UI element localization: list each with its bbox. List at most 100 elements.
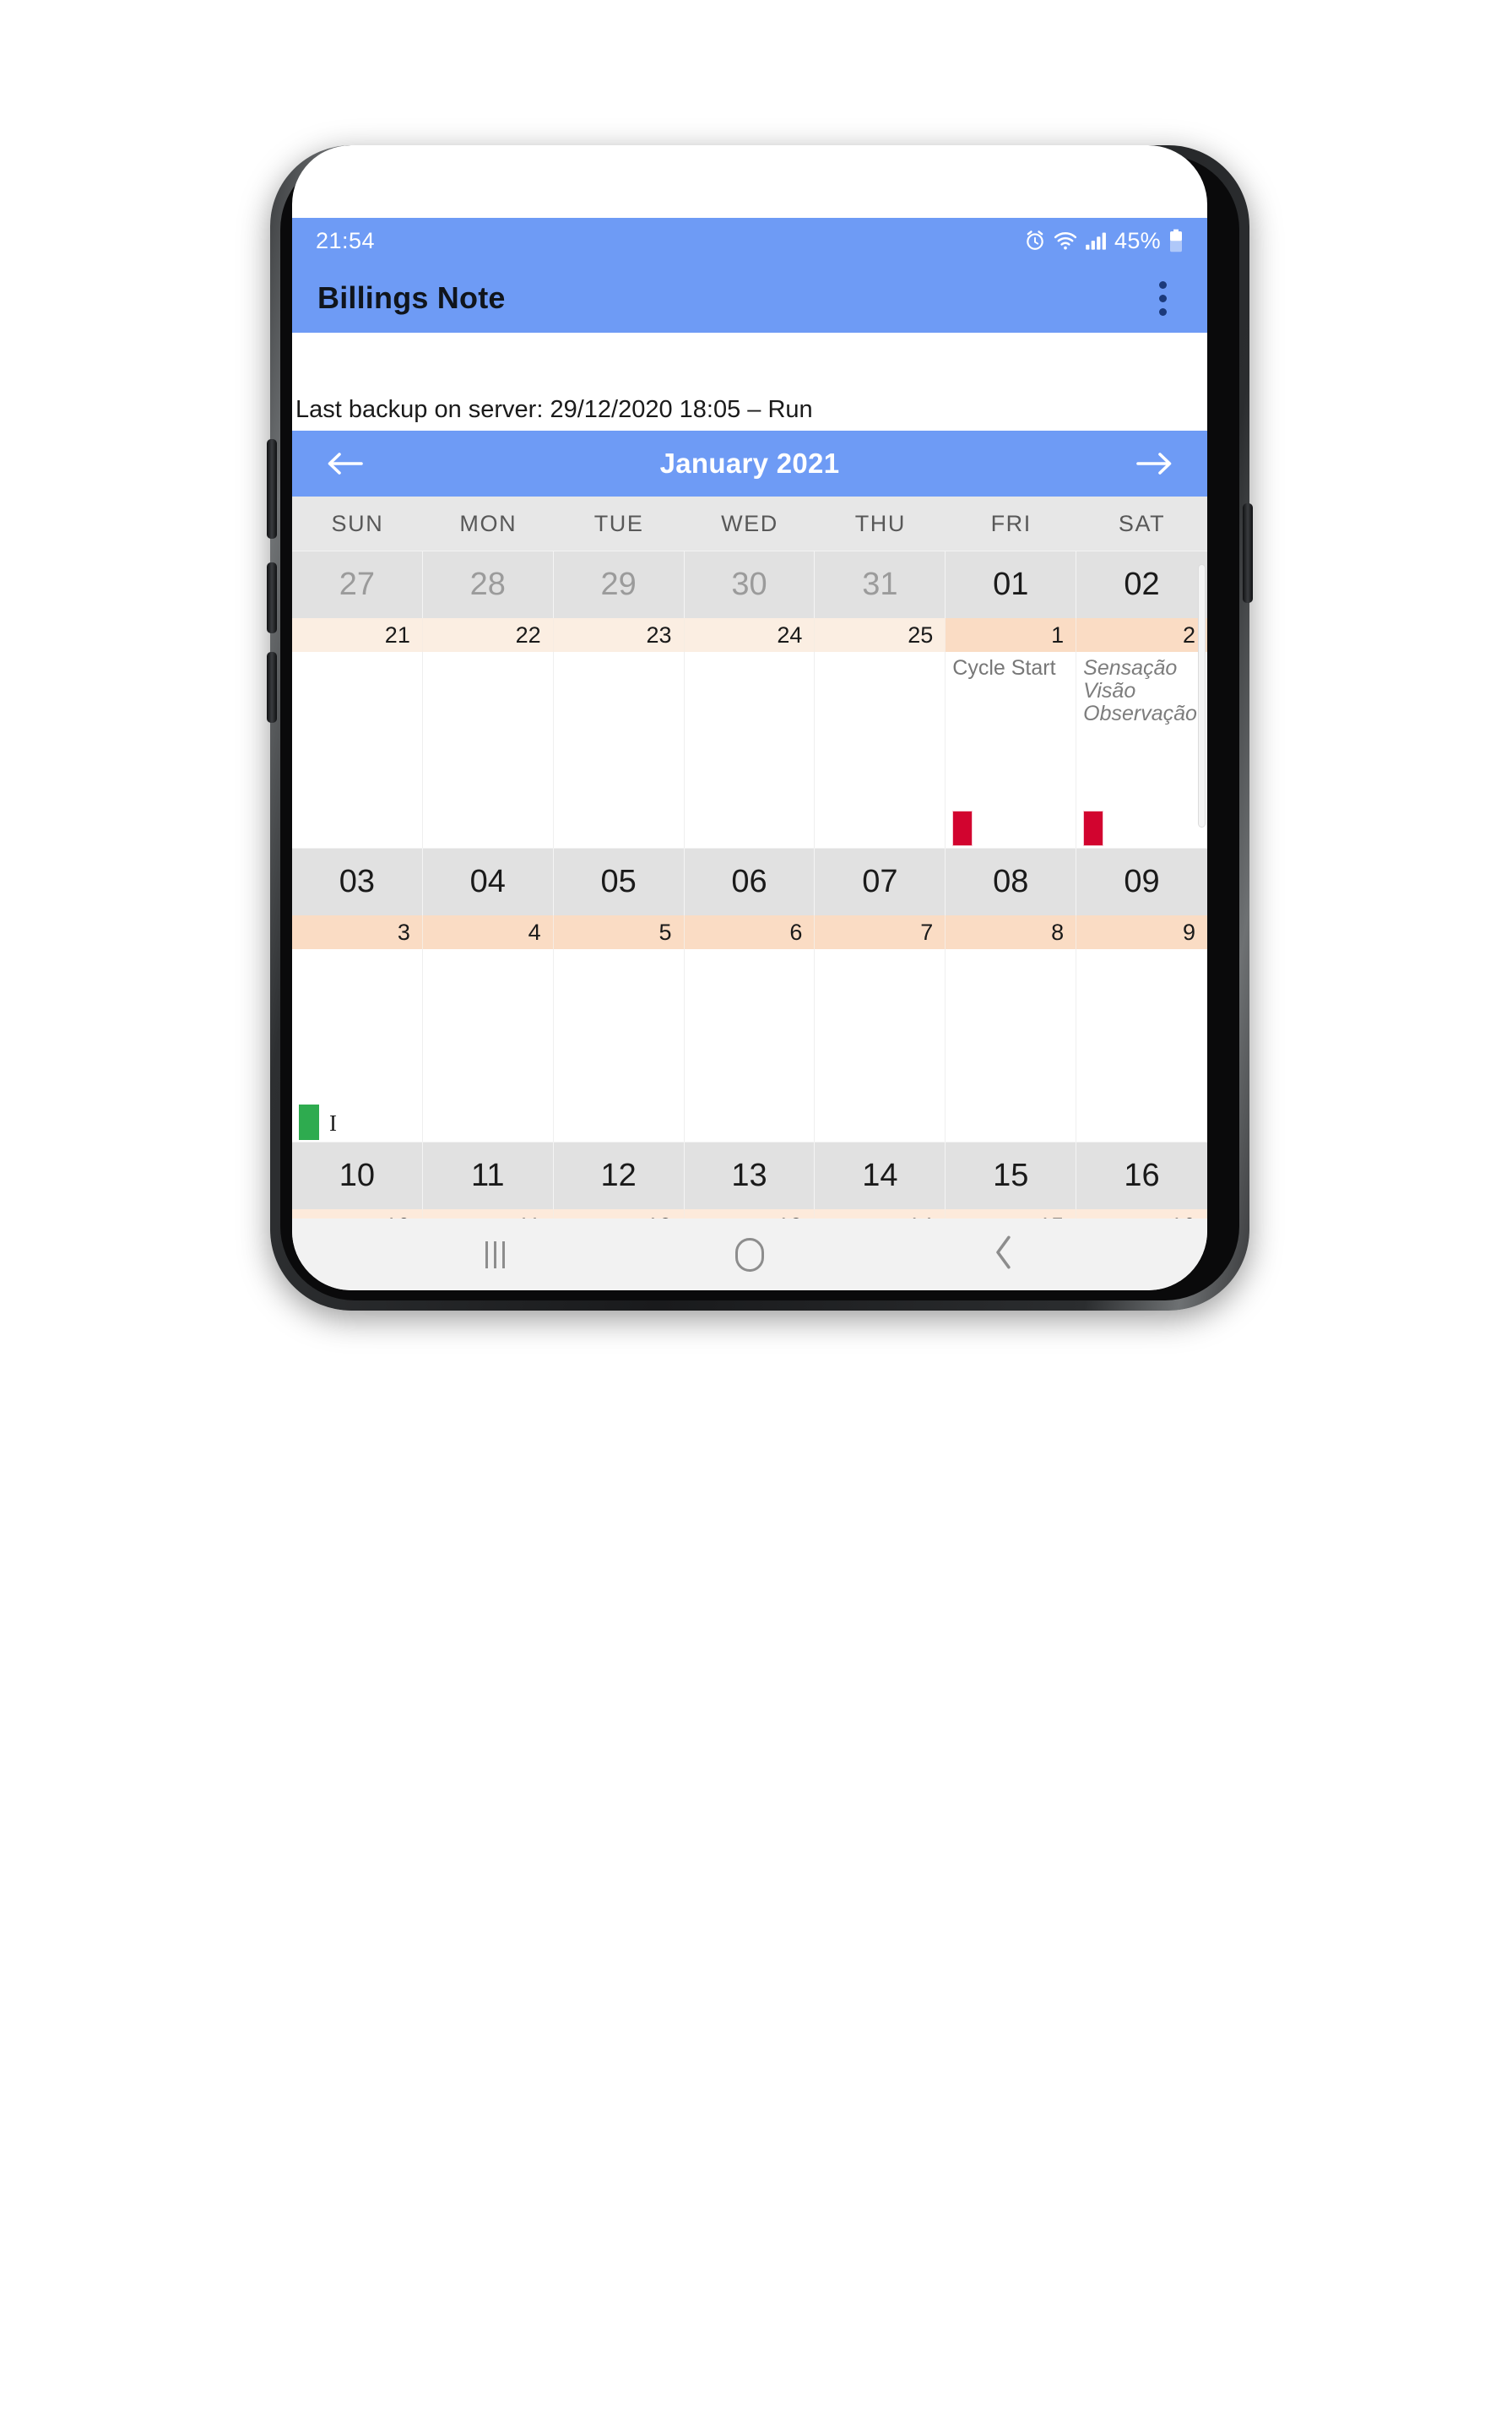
status-clock: 21:54 [316,227,376,253]
weekday-header-sat: SAT [1118,510,1166,536]
next-month-button[interactable] [1130,438,1180,489]
date-number-row: 27 28 29 30 31 01 02 [292,551,1207,618]
weekday-header-sun: SUN [331,510,384,536]
day-note-cell[interactable] [815,949,946,1142]
status-bar: 21:54 45% [292,218,1207,263]
date-cell-05[interactable]: 05 [554,849,685,915]
cycle-day-4: 4 [422,915,554,949]
date-cell-15[interactable]: 15 [946,1143,1077,1209]
cycle-day-24: 24 [684,618,816,652]
phone-screen: 21:54 45% Billings Note Last backup on s… [292,145,1207,1290]
date-cell-06[interactable]: 06 [685,849,816,915]
cycle-day-6: 6 [684,915,816,949]
backup-status-text[interactable]: Last backup on server: 29/12/2020 18:05 … [295,396,813,424]
cycle-day-16: 16 [1076,1209,1207,1219]
weekday-header-fri: FRI [990,510,1032,536]
day-note-cell[interactable] [292,652,423,848]
overflow-dot [1158,307,1167,316]
weekday-header-mon: MON [459,510,518,536]
phone-device: 21:54 45% Billings Note Last backup on s… [267,145,1253,1311]
day-note-cell[interactable] [423,949,554,1142]
bixby-button[interactable] [267,439,277,539]
cycle-day-8: 8 [946,915,1077,949]
app-root: 21:54 45% Billings Note Last backup on s… [292,145,1207,1290]
android-navigation-bar [292,1219,1207,1290]
date-cell-09[interactable]: 09 [1076,849,1207,915]
app-bar: Billings Note [292,263,1207,333]
overflow-dot [1158,280,1167,289]
volume-up-button[interactable] [267,652,277,723]
cycle-day-25: 25 [815,618,946,652]
cycle-day-3: 3 [292,915,423,949]
date-cell-10[interactable]: 10 [292,1143,423,1209]
date-cell-03[interactable]: 03 [292,849,423,915]
calendar-grid[interactable]: 27 28 29 30 31 01 02 21 22 23 24 25 1 2 Cycle Start Sen… [292,551,1207,1219]
cycle-day-9: 9 [1076,915,1207,949]
overflow-dot [1158,294,1167,302]
date-number-row: 03 04 05 06 07 08 09 [292,848,1207,915]
overflow-menu-icon[interactable] [1143,273,1182,323]
weekday-header-wed: WED [721,510,778,536]
back-button[interactable] [966,1230,1042,1280]
date-cell-08[interactable]: 08 [946,849,1077,915]
cycle-day-row: 10111213141516 [292,1209,1207,1219]
recent-apps-button[interactable] [458,1230,534,1280]
cycle-day-13: 13 [684,1209,816,1219]
day-note-cell[interactable] [685,652,816,848]
battery-percent-label: 45% [1114,227,1161,253]
calendar-week-row: 27 28 29 30 31 01 02 21 22 23 24 25 1 2 Cycle Start Sen… [292,551,1207,848]
cycle-day-1: 1 [946,618,1077,652]
home-button[interactable] [712,1230,788,1280]
cycle-day-5: 5 [553,915,685,949]
weekday-header-row: SUN MON TUE WED THU FRI SAT [292,497,1207,551]
home-icon [734,1237,764,1272]
date-cell-07[interactable]: 07 [815,849,946,915]
date-cell-13[interactable]: 13 [685,1143,816,1209]
cycle-day-row: 3456789 [292,915,1207,949]
status-icons: 45% [1024,228,1184,254]
month-navigator: January 2021 [292,431,1207,497]
weekday-header-tue: TUE [593,510,644,536]
day-note-cell[interactable] [423,652,554,848]
previous-month-button[interactable] [319,438,370,489]
date-cell-01[interactable]: 01 [946,551,1077,618]
day-note-cell[interactable] [554,949,685,1142]
day-note-text: Sensação Visão Observação [1083,656,1197,725]
date-cell-31[interactable]: 31 [815,551,946,618]
alarm-icon [1024,230,1046,252]
date-cell-04[interactable]: 04 [423,849,554,915]
cycle-day-23: 23 [553,618,685,652]
power-button[interactable] [1243,503,1253,603]
back-icon [993,1235,1015,1273]
wifi-icon [1054,230,1077,252]
cycle-day-11: 11 [422,1209,554,1219]
date-cell-30[interactable]: 30 [685,551,816,618]
day-note-cell[interactable] [815,652,946,848]
date-cell-27[interactable]: 27 [292,551,423,618]
cycle-day-21: 21 [292,618,423,652]
date-cell-14[interactable]: 14 [815,1143,946,1209]
day-note-cell[interactable]: I [292,949,423,1142]
date-cell-11[interactable]: 11 [423,1143,554,1209]
day-note-cell[interactable] [946,949,1077,1142]
date-cell-02[interactable]: 02 [1076,551,1207,618]
day-note-cell[interactable] [685,949,816,1142]
date-cell-29[interactable]: 29 [554,551,685,618]
day-note-text: Cycle Start [952,656,1056,680]
calendar-week-row: 1011121314151610111213141516 [292,1142,1207,1219]
date-cell-12[interactable]: 12 [554,1143,685,1209]
day-note-cell[interactable]: Sensação Visão Observação [1076,652,1207,848]
red-observation-marker [1083,811,1104,846]
calendar-week-row: 03 04 05 06 07 08 09 3 4 5 6 7 8 9 I [292,848,1207,1142]
cycle-day-row: 21 22 23 24 25 1 2 [292,618,1207,652]
cycle-day-15: 15 [946,1209,1077,1219]
date-cell-16[interactable]: 16 [1076,1143,1207,1209]
day-note-cell[interactable] [554,652,685,848]
date-cell-28[interactable]: 28 [423,551,554,618]
volume-down-button[interactable] [267,562,277,633]
calendar-scrollbar[interactable] [1198,564,1206,828]
day-notes-row: I [292,949,1207,1142]
day-note-cell[interactable] [1076,949,1207,1142]
signal-icon [1085,231,1107,251]
day-note-cell[interactable]: Cycle Start [946,652,1077,848]
